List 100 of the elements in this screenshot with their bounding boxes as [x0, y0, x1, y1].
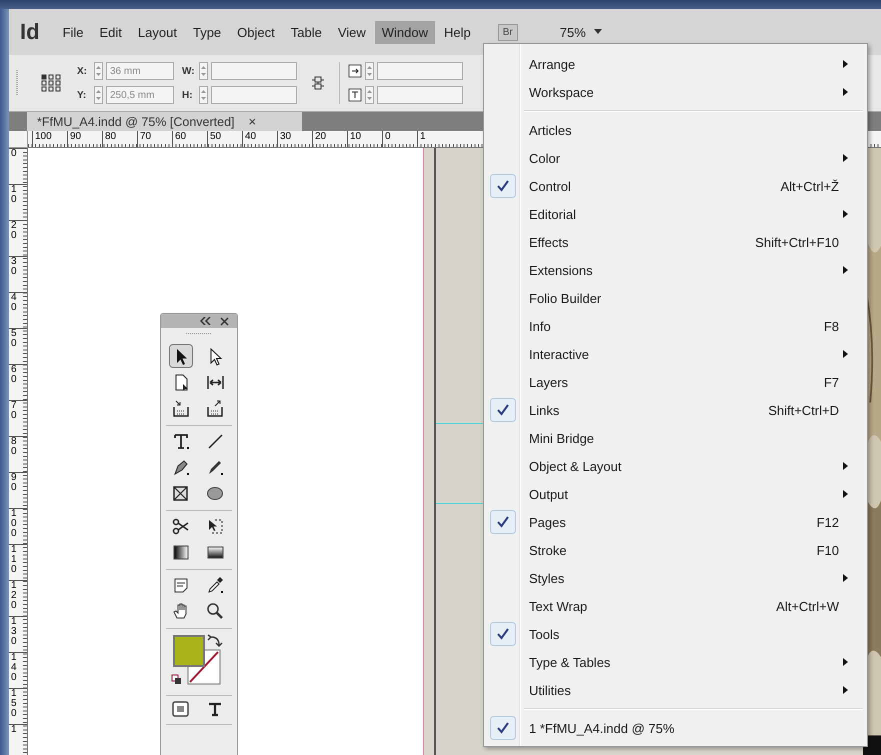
menu-entry[interactable]: Folio Builder [484, 284, 867, 312]
collapse-icon[interactable] [200, 317, 212, 325]
submenu-arrow-icon [843, 60, 849, 68]
ruler-label: 110 [11, 545, 17, 575]
menu-entry[interactable]: Workspace [484, 78, 867, 106]
ruler-label: 20 [312, 131, 347, 147]
app-logo: Id [20, 19, 40, 45]
menu-item[interactable]: Table [284, 20, 329, 44]
shortcut-label: Shift+Ctrl+F10 [755, 234, 839, 250]
ruler-label: 80 [102, 131, 137, 147]
grip-icon [186, 332, 212, 335]
menu-entry[interactable]: Text Wrap Alt+Ctrl+W [484, 592, 867, 620]
grip-icon [15, 70, 19, 96]
document-tab[interactable]: *FfMU_A4.indd @ 75% [Converted] × [27, 112, 302, 131]
menu-entry[interactable]: Tools [484, 620, 867, 648]
close-button[interactable]: × [248, 114, 256, 129]
input-field[interactable] [377, 62, 463, 80]
ruler-label: 90 [67, 131, 102, 147]
menu-entry[interactable]: Editorial [484, 200, 867, 228]
menu-entry[interactable]: Mini Bridge [484, 424, 867, 452]
menu-entry[interactable]: Type & Tables [484, 648, 867, 676]
input-field[interactable] [377, 86, 463, 104]
stepper-icon[interactable] [94, 62, 103, 80]
menu-entry[interactable]: Effects Shift+Ctrl+F10 [484, 228, 867, 256]
menu-entry[interactable]: Control Alt+Ctrl+Ž [484, 172, 867, 200]
ruler-label: 70 [137, 131, 172, 147]
ruler-label: 0 [382, 131, 417, 147]
reference-point-icon[interactable] [41, 74, 61, 92]
ruler-label: 140 [11, 653, 17, 683]
ruler-label: 1 [11, 725, 17, 735]
ruler-origin[interactable] [9, 131, 28, 148]
submenu-arrow-icon [843, 658, 849, 666]
input-field[interactable] [211, 86, 297, 104]
shortcut-label: Alt+Ctrl+Ž [780, 178, 839, 194]
document-title: *FfMU_A4.indd @ 75% [Converted] [37, 114, 235, 128]
shortcut-label: Shift+Ctrl+D [768, 402, 839, 418]
ruler-label: 30 [277, 131, 312, 147]
menu-entry[interactable]: Links Shift+Ctrl+D [484, 396, 867, 424]
menu-item[interactable]: Edit [92, 20, 129, 44]
ruler-label: 40 [242, 131, 277, 147]
menu-item[interactable]: Type [186, 20, 228, 44]
menu-item[interactable]: Window [374, 20, 436, 44]
menu-item[interactable]: Layout [130, 20, 184, 44]
input-field[interactable] [211, 62, 297, 80]
ruler-label: 130 [11, 617, 17, 647]
ruler-label: 50 [207, 131, 242, 147]
ruler-label: 100 [32, 131, 67, 147]
menu-item[interactable]: View [330, 20, 373, 44]
ruler-label: 50 [11, 329, 17, 349]
submenu-arrow-icon [843, 350, 849, 358]
ruler-label: 70 [11, 401, 17, 421]
constrain-link-icon[interactable] [309, 74, 327, 92]
menu-item[interactable]: Help [437, 20, 478, 44]
menu-entry[interactable]: Arrange [484, 50, 867, 78]
menu-entry[interactable]: Info F8 [484, 312, 867, 340]
menu-entry[interactable]: 1 *FfMU_A4.indd @ 75% [484, 714, 867, 742]
menu-entry[interactable]: Object & Layout [484, 452, 867, 480]
menu-entry[interactable]: Output [484, 480, 867, 508]
menu-entry[interactable]: Styles [484, 564, 867, 592]
shortcut-label: F10 [816, 542, 839, 558]
menu-entry[interactable]: Interactive [484, 340, 867, 368]
ruler-label: 20 [11, 221, 17, 241]
ruler-label: 80 [11, 437, 17, 457]
menu-item[interactable]: File [56, 20, 91, 44]
stepper-icon[interactable] [199, 62, 208, 80]
menu-entry[interactable]: Utilities [484, 676, 867, 704]
menu-entry[interactable]: Stroke F10 [484, 536, 867, 564]
shortcut-label: F12 [816, 514, 839, 530]
ruler-label: 60 [172, 131, 207, 147]
menu-entry[interactable]: Layers F7 [484, 368, 867, 396]
submenu-arrow-icon [843, 574, 849, 582]
shortcut-label: F7 [824, 374, 839, 390]
ruler-label: 100 [11, 509, 17, 539]
shortcut-label: F8 [824, 318, 839, 334]
menu-entry[interactable]: Articles [484, 116, 867, 144]
menu-entry[interactable]: Extensions [484, 256, 867, 284]
close-icon[interactable] [220, 316, 229, 326]
shortcut-label: Alt+Ctrl+W [776, 598, 839, 614]
ruler-label: 120 [11, 581, 17, 611]
submenu-arrow-icon [843, 462, 849, 470]
ruler-label: 60 [11, 365, 17, 385]
ruler-label: 0 [11, 149, 17, 159]
submenu-arrow-icon [843, 686, 849, 694]
menu-entry[interactable]: Pages F12 [484, 508, 867, 536]
menu-entry[interactable]: Color [484, 144, 867, 172]
container-icon[interactable] [171, 700, 191, 718]
field-label: Y: [77, 90, 88, 100]
stepper-icon[interactable] [199, 86, 208, 104]
ruler-label: 90 [11, 473, 17, 493]
submenu-arrow-icon [843, 154, 849, 162]
zoom-dropdown[interactable]: 75% [560, 24, 586, 40]
ruler-label: 150 [11, 689, 17, 719]
bridge-button[interactable]: Br [498, 24, 518, 40]
ruler-label: 40 [11, 293, 17, 313]
submenu-arrow-icon [843, 210, 849, 218]
selection-tool-icon[interactable] [170, 345, 192, 367]
submenu-arrow-icon [843, 266, 849, 274]
ruler-label: 1 [417, 131, 452, 147]
menu-item[interactable]: Object [230, 20, 282, 44]
stepper-icon[interactable] [94, 86, 103, 104]
